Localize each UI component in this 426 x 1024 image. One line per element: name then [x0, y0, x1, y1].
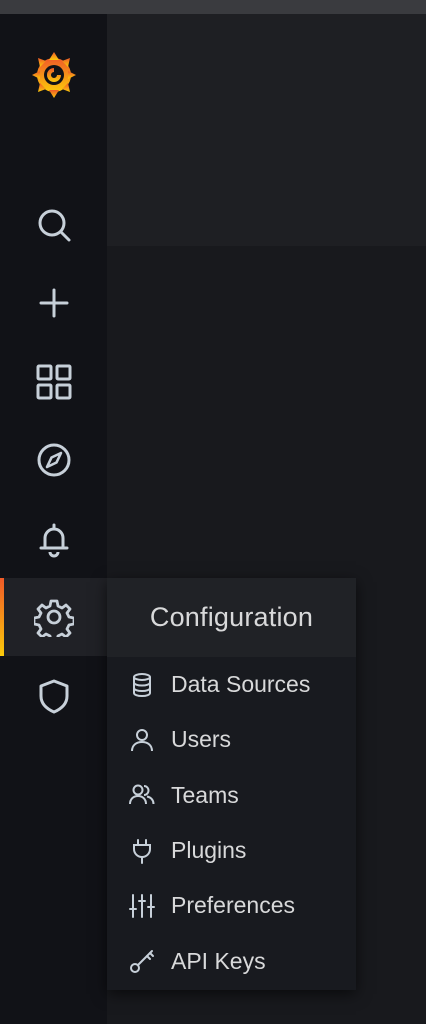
- sidebar-item-explore[interactable]: [0, 421, 107, 499]
- menu-item-label: Plugins: [171, 837, 247, 864]
- configuration-menu-title[interactable]: Configuration: [107, 578, 356, 657]
- plus-icon: [39, 288, 68, 318]
- menu-item-teams[interactable]: Teams: [107, 768, 356, 823]
- menu-item-users[interactable]: Users: [107, 712, 356, 767]
- user-icon: [131, 728, 153, 752]
- sidebar-item-search[interactable]: [0, 186, 107, 264]
- sidebar-item-dashboards[interactable]: [0, 343, 107, 421]
- menu-item-data-sources[interactable]: Data Sources: [107, 657, 356, 712]
- bell-icon: [39, 523, 68, 558]
- gear-icon: [33, 599, 74, 637]
- shield-icon: [39, 679, 68, 714]
- database-icon: [133, 672, 151, 697]
- sidebar-item-configuration[interactable]: [0, 578, 107, 656]
- menu-item-plugins[interactable]: Plugins: [107, 823, 356, 878]
- menu-item-label: Users: [171, 726, 232, 753]
- apps-icon: [36, 364, 71, 400]
- menu-item-preferences[interactable]: Preferences: [107, 878, 356, 933]
- sliders-icon: [129, 893, 155, 918]
- plug-icon: [133, 838, 151, 864]
- sidebar-item-create[interactable]: [0, 264, 107, 342]
- menu-item-label: API Keys: [171, 947, 266, 974]
- users-icon: [129, 784, 155, 805]
- grafana-logo[interactable]: [28, 48, 80, 100]
- grafana-logo-icon: [32, 52, 76, 98]
- sidebar: [0, 14, 107, 1024]
- key-icon: [130, 950, 154, 974]
- compass-icon: [37, 443, 70, 477]
- configuration-menu: Configuration Data Sources Users Teams P…: [107, 578, 356, 990]
- page-header-area: [107, 14, 426, 246]
- search-icon: [38, 209, 70, 242]
- menu-item-label: Teams: [171, 781, 239, 808]
- menu-item-label: Preferences: [171, 892, 296, 919]
- menu-item-api-keys[interactable]: API Keys: [107, 933, 356, 988]
- window-top-strip: [0, 0, 426, 14]
- sidebar-item-alerting[interactable]: [0, 500, 107, 578]
- menu-item-label: Data Sources: [171, 671, 311, 698]
- sidebar-item-server-admin[interactable]: [0, 657, 107, 735]
